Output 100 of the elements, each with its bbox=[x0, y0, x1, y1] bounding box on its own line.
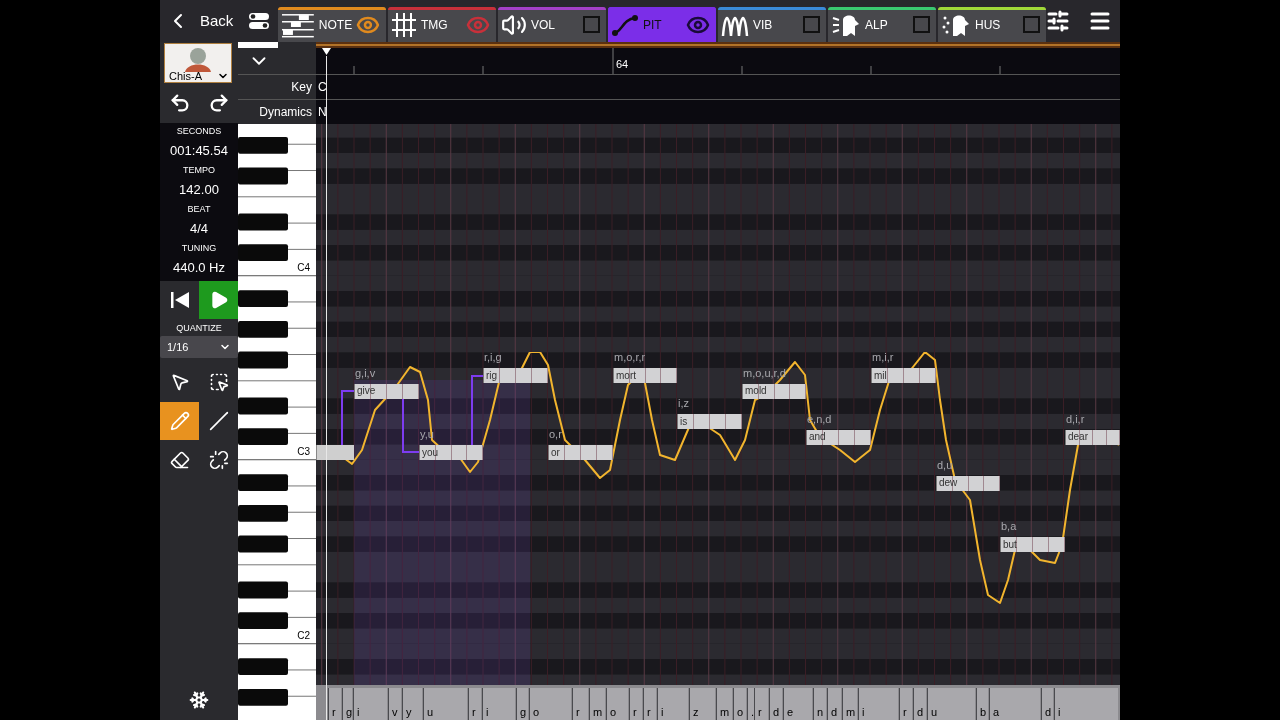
note-bars-icon bbox=[281, 11, 315, 38]
phoneme-segment[interactable]: y bbox=[402, 688, 422, 720]
note-block[interactable]: or bbox=[548, 445, 613, 460]
bar-number: 64 bbox=[616, 59, 629, 70]
phoneme-segment[interactable]: z bbox=[689, 688, 715, 720]
note-lyric: dew bbox=[938, 478, 958, 489]
checkbox[interactable] bbox=[803, 16, 820, 33]
key-label: C3 bbox=[297, 447, 310, 457]
phoneme-segment[interactable]: i bbox=[353, 688, 387, 720]
snowflake-icon[interactable] bbox=[189, 690, 209, 710]
back-button[interactable]: Back bbox=[160, 0, 240, 42]
phoneme-segment[interactable]: d bbox=[827, 688, 841, 720]
phoneme-segment[interactable]: r bbox=[328, 688, 341, 720]
note-lyric: or bbox=[550, 447, 560, 458]
phoneme-segment[interactable]: o bbox=[529, 688, 571, 720]
note-lyric: dear bbox=[1067, 432, 1088, 443]
info-label: BEAT bbox=[187, 203, 211, 216]
info-value: 440.0 Hz bbox=[172, 259, 225, 277]
toggles-icon bbox=[248, 12, 270, 30]
phoneme-label: o,r bbox=[549, 429, 562, 440]
track-tab[interactable]: HUS bbox=[938, 7, 1046, 42]
info-value: 142.00 bbox=[179, 181, 219, 199]
phoneme-segment[interactable]: v bbox=[388, 688, 401, 720]
info-label: TUNING bbox=[181, 242, 217, 255]
note-lyric: and bbox=[808, 432, 826, 443]
pitch-curve-icon bbox=[611, 12, 639, 37]
skip-back-icon bbox=[169, 291, 190, 309]
phoneme-segment[interactable]: a bbox=[989, 688, 1040, 720]
quantize-dropdown[interactable]: 1/16 bbox=[160, 336, 238, 358]
checkbox[interactable] bbox=[1023, 16, 1040, 33]
line-icon bbox=[208, 411, 229, 431]
timing-grid-icon bbox=[391, 11, 417, 38]
note-block[interactable]: rig bbox=[483, 368, 548, 384]
track-tab[interactable]: VOL bbox=[498, 7, 606, 42]
phoneme-segment[interactable]: u bbox=[423, 688, 467, 720]
key-label: C2 bbox=[297, 631, 310, 641]
note-block[interactable]: mort bbox=[613, 368, 677, 384]
note-lyric: rig bbox=[485, 370, 498, 381]
phoneme-label: g,i,v bbox=[355, 367, 376, 379]
phoneme-segment[interactable]: m bbox=[589, 688, 605, 720]
box-select-icon bbox=[208, 372, 229, 392]
pencil-icon bbox=[169, 411, 190, 431]
phoneme-segment[interactable]: r bbox=[754, 688, 768, 720]
phoneme-label: b,a bbox=[1001, 521, 1017, 532]
phoneme-segment[interactable]: d bbox=[913, 688, 926, 720]
phoneme-segment[interactable]: r bbox=[899, 688, 912, 720]
phoneme-label: m,i,r bbox=[872, 352, 894, 364]
track-tab[interactable]: ALP bbox=[828, 7, 936, 42]
note-block[interactable]: mil bbox=[871, 368, 936, 384]
singer-selector[interactable]: Chis-A bbox=[164, 43, 232, 83]
note-lyric: give bbox=[356, 386, 376, 397]
phoneme-segment[interactable]: g bbox=[516, 688, 528, 720]
phoneme-segment[interactable]: e bbox=[783, 688, 812, 720]
play-button[interactable] bbox=[199, 281, 238, 319]
phoneme-segment[interactable]: b bbox=[976, 688, 988, 720]
phoneme-segment[interactable]: r bbox=[468, 688, 481, 720]
phoneme-segment[interactable]: i bbox=[858, 688, 898, 720]
note-lyric: mold bbox=[744, 386, 767, 397]
track-value: N bbox=[317, 104, 327, 121]
info-label: TEMPO bbox=[183, 164, 215, 177]
phoneme-segment[interactable]: i bbox=[482, 688, 515, 720]
track-tab[interactable]: TMG bbox=[388, 7, 496, 42]
track-value: C bbox=[317, 79, 327, 96]
note-lyric: mort bbox=[615, 370, 636, 381]
phoneme-segment[interactable]: o bbox=[733, 688, 746, 720]
checkbox[interactable] bbox=[913, 16, 930, 33]
phoneme-segment[interactable]: n bbox=[813, 688, 826, 720]
phoneme-segment[interactable]: r bbox=[629, 688, 642, 720]
note-block[interactable]: you bbox=[419, 445, 483, 460]
phoneme-segment[interactable]: o bbox=[606, 688, 628, 720]
phoneme-segment[interactable]: g bbox=[342, 688, 352, 720]
phoneme-segment[interactable]: m bbox=[716, 688, 732, 720]
phoneme-segment[interactable]: r bbox=[572, 688, 588, 720]
phoneme-segment[interactable]: d bbox=[1041, 688, 1053, 720]
phoneme-label: r,i,g bbox=[484, 352, 502, 364]
unlink-icon bbox=[208, 450, 229, 470]
track-tab[interactable]: VIB bbox=[718, 7, 826, 42]
info-value: 4/4 bbox=[189, 220, 209, 238]
note-lyric: but bbox=[1002, 539, 1017, 550]
key-label: C4 bbox=[297, 263, 310, 273]
note-lyric: you bbox=[421, 447, 439, 458]
phoneme-segment[interactable]: i bbox=[1054, 688, 1118, 720]
pointer-icon bbox=[169, 372, 190, 392]
settings-sliders-icon[interactable] bbox=[1046, 9, 1070, 33]
note-block[interactable]: but bbox=[1000, 537, 1065, 552]
note-block[interactable]: is bbox=[677, 414, 742, 430]
phoneme-label: m,o,u,r,d bbox=[743, 367, 786, 379]
phoneme-label: i,z bbox=[678, 398, 689, 410]
checkbox[interactable] bbox=[583, 16, 600, 33]
info-label: SECONDS bbox=[176, 125, 222, 138]
track-tab[interactable]: NOTE bbox=[278, 7, 386, 42]
phoneme-segment[interactable]: i bbox=[657, 688, 688, 720]
phoneme-segment[interactable]: d bbox=[769, 688, 782, 720]
phoneme-segment[interactable]: r bbox=[643, 688, 656, 720]
note-block[interactable] bbox=[316, 445, 354, 460]
phoneme-label: m,o,r,r bbox=[614, 352, 646, 364]
note-lyric: mil bbox=[873, 370, 887, 381]
phoneme-segment[interactable]: u bbox=[927, 688, 975, 720]
avatar-icon bbox=[183, 46, 213, 72]
phoneme-segment[interactable]: m bbox=[842, 688, 857, 720]
